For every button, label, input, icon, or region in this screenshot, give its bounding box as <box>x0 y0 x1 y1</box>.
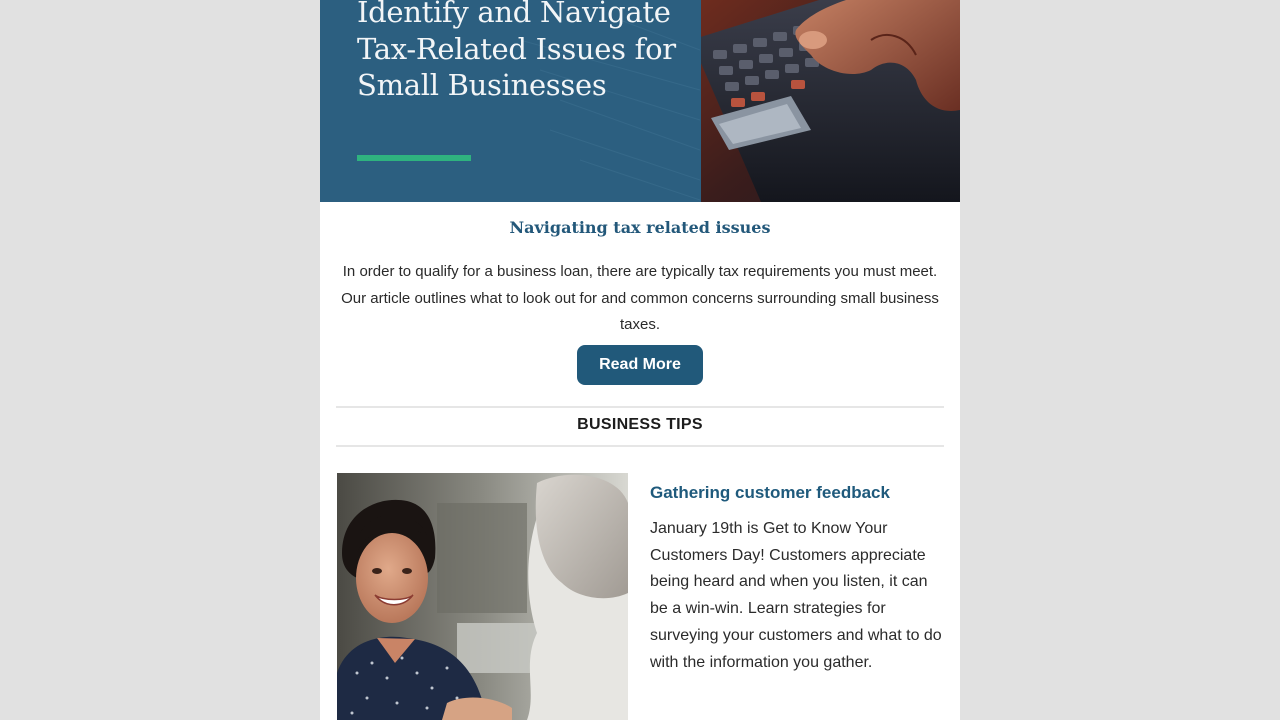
tip-heading[interactable]: Gathering customer feedback <box>650 482 890 504</box>
email-newsletter: Identify and Navigate Tax-Related Issues… <box>320 0 960 720</box>
section-divider-top <box>336 406 944 408</box>
hero-title: Identify and Navigate Tax-Related Issues… <box>357 0 676 102</box>
feature-heading: Navigating tax related issues <box>509 218 771 237</box>
read-more-button[interactable]: Read More <box>577 345 703 385</box>
tip-body: January 19th is Get to Know Your Custome… <box>650 520 942 671</box>
section-title: BUSINESS TIPS <box>577 416 703 433</box>
feature-body: In order to qualify for a business loan,… <box>341 263 939 334</box>
hero-banner: Identify and Navigate Tax-Related Issues… <box>320 0 960 202</box>
customer-conversation-photo <box>337 473 628 720</box>
calculator-photo <box>701 0 960 202</box>
section-divider-bottom <box>336 445 944 447</box>
hero-accent-bar <box>357 155 471 161</box>
